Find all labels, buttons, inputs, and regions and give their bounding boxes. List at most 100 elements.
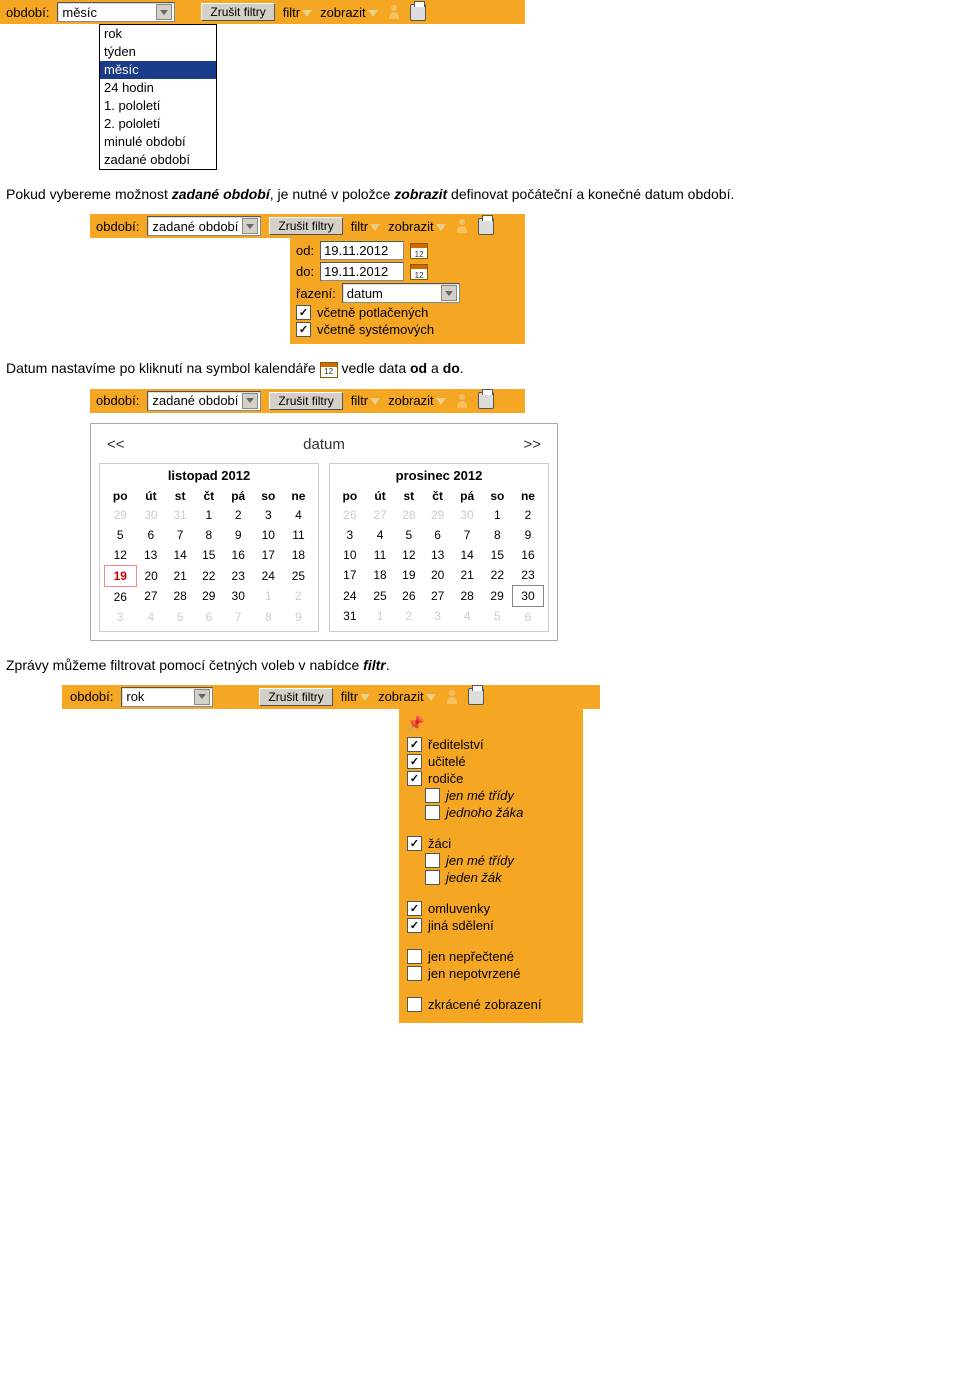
calendar-day[interactable]: 9 (223, 525, 253, 545)
calendar-icon[interactable] (410, 243, 428, 259)
period-select[interactable]: měsíc (57, 2, 175, 22)
calendar-day[interactable]: 4 (452, 606, 482, 627)
period-select[interactable]: zadané období (147, 216, 261, 236)
calendar-day[interactable]: 12 (105, 545, 137, 566)
calendar-day[interactable]: 22 (482, 565, 512, 586)
calendar-day[interactable]: 28 (166, 586, 195, 607)
calendar-day[interactable]: 1 (253, 586, 283, 607)
calendar-day[interactable]: 28 (452, 585, 482, 606)
calendar-day[interactable]: 4 (283, 505, 313, 525)
calendar-day[interactable]: 13 (423, 545, 452, 565)
cancel-filters-button[interactable]: Zrušit filtry (269, 217, 342, 235)
checkbox[interactable]: ✓ (407, 918, 422, 933)
checkbox-system[interactable]: ✓ (296, 322, 311, 337)
calendar-day[interactable]: 30 (512, 585, 543, 606)
sort-select[interactable]: datum (342, 283, 460, 303)
calendar-day[interactable]: 17 (253, 545, 283, 566)
period-option[interactable]: zadané období (100, 151, 216, 169)
calendar-day[interactable]: 27 (423, 585, 452, 606)
calendar-day[interactable]: 6 (194, 607, 223, 627)
calendar-day[interactable]: 1 (482, 505, 512, 525)
pin-icon[interactable]: 📌 (407, 715, 575, 732)
period-option[interactable]: týden (100, 43, 216, 61)
calendar-day[interactable]: 16 (512, 545, 543, 565)
calendar-day[interactable]: 26 (394, 585, 423, 606)
calendar-day[interactable]: 1 (366, 606, 395, 627)
calendar-day[interactable]: 24 (253, 565, 283, 586)
calendar-day[interactable]: 6 (136, 525, 166, 545)
calendar-day[interactable]: 23 (512, 565, 543, 586)
calendar-day[interactable]: 20 (136, 565, 166, 586)
calendar-day[interactable]: 2 (512, 505, 543, 525)
checkbox[interactable] (407, 997, 422, 1012)
calendar-day[interactable]: 29 (105, 505, 137, 525)
calendar-day[interactable]: 26 (334, 505, 366, 525)
checkbox[interactable] (425, 870, 440, 885)
checkbox[interactable] (425, 788, 440, 803)
user-icon[interactable] (444, 689, 460, 705)
calendar-day[interactable]: 7 (223, 607, 253, 627)
calendar-day[interactable]: 9 (283, 607, 313, 627)
calendar-day[interactable]: 23 (223, 565, 253, 586)
user-icon[interactable] (386, 4, 402, 20)
calendar-day[interactable]: 2 (394, 606, 423, 627)
calendar-day[interactable]: 25 (283, 565, 313, 586)
from-date-input[interactable]: 19.11.2012 (320, 241, 404, 260)
calendar-day[interactable]: 7 (452, 525, 482, 545)
calendar-day[interactable]: 28 (394, 505, 423, 525)
checkbox[interactable]: ✓ (407, 901, 422, 916)
calendar-day[interactable]: 30 (136, 505, 166, 525)
checkbox-suppressed[interactable]: ✓ (296, 305, 311, 320)
calendar-day[interactable]: 13 (136, 545, 166, 566)
user-icon[interactable] (454, 393, 470, 409)
show-link[interactable]: zobrazit (320, 5, 378, 20)
calendar-day[interactable]: 29 (423, 505, 452, 525)
calendar-day[interactable]: 2 (223, 505, 253, 525)
calendar-day[interactable]: 6 (512, 606, 543, 627)
cancel-filters-button[interactable]: Zrušit filtry (201, 3, 274, 21)
print-icon[interactable] (468, 689, 484, 705)
calendar-day[interactable]: 29 (194, 586, 223, 607)
calendar-day[interactable]: 15 (194, 545, 223, 566)
calendar-day[interactable]: 6 (423, 525, 452, 545)
calendar-day[interactable]: 29 (482, 585, 512, 606)
calendar-day[interactable]: 4 (366, 525, 395, 545)
period-option[interactable]: 2. pololetí (100, 115, 216, 133)
print-icon[interactable] (478, 393, 494, 409)
calendar-day[interactable]: 11 (283, 525, 313, 545)
calendar-day[interactable]: 7 (166, 525, 195, 545)
user-icon[interactable] (454, 218, 470, 234)
calendar-day[interactable]: 22 (194, 565, 223, 586)
calendar-day[interactable]: 3 (253, 505, 283, 525)
period-option[interactable]: minulé období (100, 133, 216, 151)
calendar-day[interactable]: 3 (423, 606, 452, 627)
checkbox[interactable] (425, 853, 440, 868)
calendar-day[interactable]: 1 (194, 505, 223, 525)
calendar-day[interactable]: 17 (334, 565, 366, 586)
period-select[interactable]: zadané období (147, 391, 261, 411)
calendar-day[interactable]: 5 (482, 606, 512, 627)
calendar-day[interactable]: 25 (366, 585, 395, 606)
calendar-next-button[interactable]: >> (523, 436, 541, 453)
calendar-day[interactable]: 11 (366, 545, 395, 565)
calendar-day[interactable]: 16 (223, 545, 253, 566)
calendar-day[interactable]: 31 (166, 505, 195, 525)
checkbox[interactable]: ✓ (407, 836, 422, 851)
calendar-day[interactable]: 8 (253, 607, 283, 627)
calendar-day[interactable]: 18 (366, 565, 395, 586)
checkbox[interactable] (425, 805, 440, 820)
print-icon[interactable] (478, 218, 494, 234)
checkbox[interactable]: ✓ (407, 754, 422, 769)
calendar-day[interactable]: 9 (512, 525, 543, 545)
calendar-day[interactable]: 20 (423, 565, 452, 586)
checkbox[interactable] (407, 966, 422, 981)
period-option[interactable]: měsíc (100, 61, 216, 79)
period-option[interactable]: rok (100, 25, 216, 43)
calendar-day[interactable]: 31 (334, 606, 366, 627)
checkbox[interactable] (407, 949, 422, 964)
show-link[interactable]: zobrazit (378, 689, 436, 704)
calendar-day[interactable]: 5 (166, 607, 195, 627)
calendar-day[interactable]: 2 (283, 586, 313, 607)
calendar-day[interactable]: 14 (166, 545, 195, 566)
calendar-day[interactable]: 30 (452, 505, 482, 525)
